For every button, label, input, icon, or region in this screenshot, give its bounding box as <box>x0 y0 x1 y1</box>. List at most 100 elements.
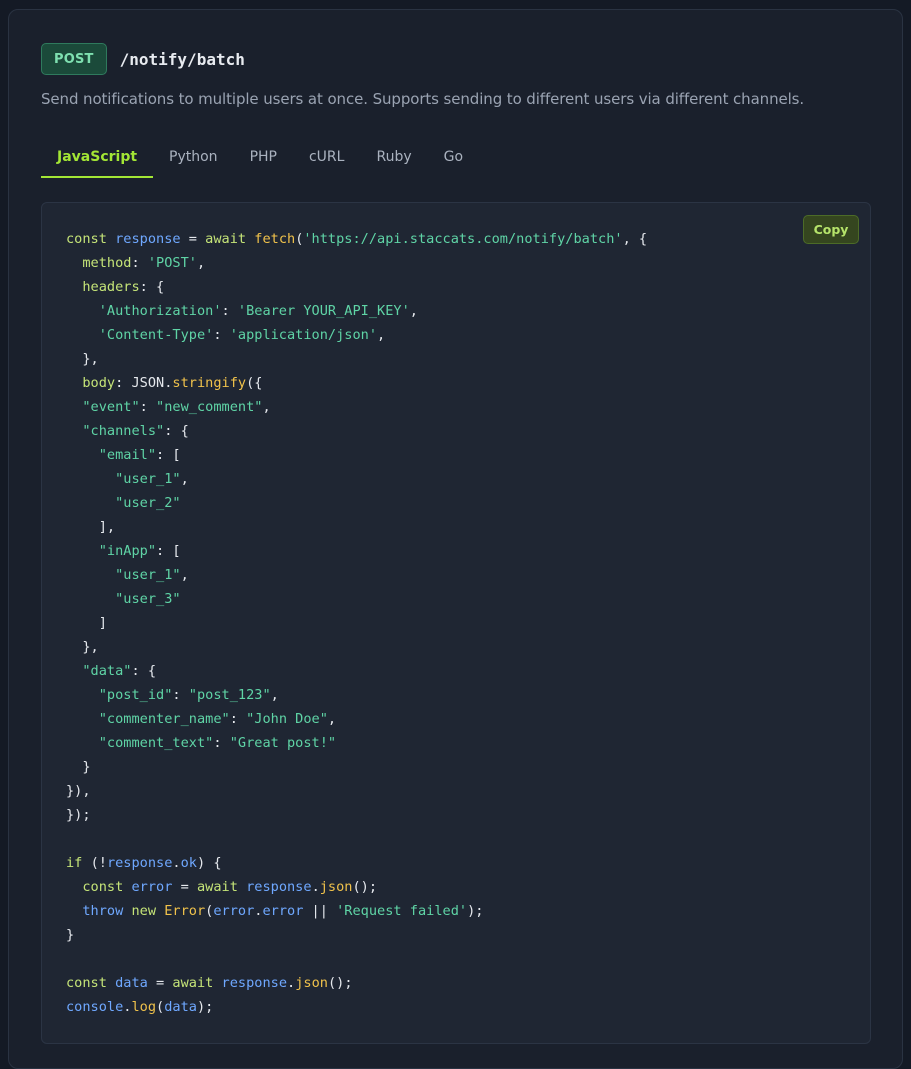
code-token: const <box>66 975 116 991</box>
code-token: fetch <box>254 231 296 247</box>
code-line: if (!response.ok) { <box>66 851 647 875</box>
code-token: ) { <box>196 855 222 871</box>
code-token: }, <box>66 639 99 655</box>
code-token: "email" <box>98 447 157 463</box>
code-line: console.log(data); <box>66 995 647 1019</box>
code-token: , <box>196 255 206 271</box>
code-token: "Great post!" <box>229 735 337 751</box>
code-token: "comment_text" <box>98 735 214 751</box>
code-token: . <box>172 855 181 871</box>
code-token: response <box>246 879 312 895</box>
code-token: : [ <box>156 543 181 559</box>
code-token: (); <box>327 975 353 991</box>
code-token: , <box>180 471 189 487</box>
code-token: , <box>270 687 279 703</box>
code-token: "user_1" <box>115 567 181 583</box>
code-token: , { <box>622 231 648 247</box>
code-token: await <box>172 975 222 991</box>
code-token: "user_3" <box>115 591 181 607</box>
code-token: "event" <box>82 399 140 415</box>
tab-javascript[interactable]: JavaScript <box>41 140 154 178</box>
code-token: = <box>180 231 206 247</box>
tab-php[interactable]: PHP <box>234 140 293 178</box>
code-token: response <box>106 855 173 871</box>
code-token: : <box>229 711 247 727</box>
code-token: , <box>327 711 337 727</box>
code-token: : <box>213 735 230 751</box>
code-line: ] <box>66 611 647 635</box>
code-line: 'Authorization': 'Bearer YOUR_API_KEY', <box>66 299 647 323</box>
code-line: } <box>66 923 647 947</box>
tab-curl[interactable]: cURL <box>293 140 360 178</box>
code-token: : <box>131 255 148 271</box>
code-line: "user_1", <box>66 563 647 587</box>
code-line: ], <box>66 515 647 539</box>
code-line: throw new Error(error.error || 'Request … <box>66 899 647 923</box>
code-line: } <box>66 755 647 779</box>
code-token: , <box>262 399 271 415</box>
tab-python[interactable]: Python <box>153 140 234 178</box>
code-token: "data" <box>82 663 132 679</box>
code-token: response <box>221 975 288 991</box>
code-token: "John Doe" <box>246 711 328 727</box>
code-line: "user_3" <box>66 587 647 611</box>
code-token: body <box>82 375 116 391</box>
code-token: ({ <box>246 375 263 391</box>
code-token: 'POST' <box>147 255 197 271</box>
code-token: error <box>131 879 173 895</box>
code-token: || <box>303 903 337 919</box>
code-line: }, <box>66 635 647 659</box>
code-token: "post_id" <box>98 687 173 703</box>
code-token: stringify <box>172 375 247 391</box>
code-line: "user_2" <box>66 491 647 515</box>
code-token: await <box>205 231 255 247</box>
code-line: }, <box>66 347 647 371</box>
code-token: . <box>287 975 296 991</box>
code-line: "post_id": "post_123", <box>66 683 647 707</box>
code-line: "inApp": [ <box>66 539 647 563</box>
code-token: }); <box>66 807 91 823</box>
code-token: , <box>180 567 189 583</box>
code-line: headers: { <box>66 275 647 299</box>
code-token: (! <box>90 855 107 871</box>
copy-button[interactable]: Copy <box>803 215 859 244</box>
code-token: : JSON. <box>115 375 173 391</box>
code-token: 'Request failed' <box>336 903 468 919</box>
code-token: method <box>82 255 132 271</box>
code-token: "user_1" <box>115 471 181 487</box>
code-line: method: 'POST', <box>66 251 647 275</box>
code-token: : <box>213 327 230 343</box>
endpoint-description: Send notifications to multiple users at … <box>41 90 805 108</box>
code-token: , <box>409 303 418 319</box>
code-token: await <box>196 879 247 895</box>
code-token: data <box>164 999 197 1015</box>
code-line: const response = await fetch('https://ap… <box>66 227 647 251</box>
tab-ruby[interactable]: Ruby <box>360 140 427 178</box>
code-token: if <box>66 855 91 871</box>
code-token: "new_comment" <box>156 399 263 415</box>
code-token: 'Bearer YOUR_API_KEY' <box>237 303 410 319</box>
code-line: }); <box>66 803 647 827</box>
code-token: "inApp" <box>98 543 157 559</box>
code-token: console <box>66 999 124 1015</box>
code-token: . <box>311 879 320 895</box>
code-line: "channels": { <box>66 419 647 443</box>
code-token: : <box>139 399 157 415</box>
code-token: "post_123" <box>188 687 271 703</box>
code-token: 'Authorization' <box>98 303 222 319</box>
tab-go[interactable]: Go <box>428 140 479 178</box>
